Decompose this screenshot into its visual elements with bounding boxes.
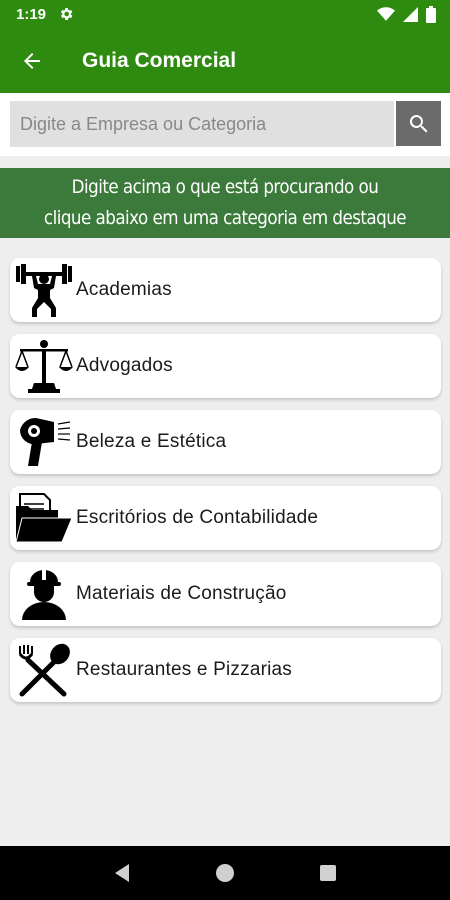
category-label: Materiais de Construção xyxy=(76,583,287,604)
search-input[interactable] xyxy=(10,101,394,147)
nav-home-button[interactable] xyxy=(214,862,236,884)
banner-line-2: clique abaixo em uma categoria em destaq… xyxy=(43,207,407,229)
recents-square-icon xyxy=(320,865,337,881)
signal-icon xyxy=(403,6,418,22)
category-label: Restaurantes e Pizzarias xyxy=(76,659,293,680)
folder-documents-icon xyxy=(15,493,73,543)
system-nav-bar xyxy=(0,846,450,900)
status-bar: 1:19 xyxy=(0,0,450,28)
status-time: 1:19 xyxy=(16,5,47,23)
search-button[interactable] xyxy=(396,101,441,146)
fork-spoon-icon xyxy=(18,643,70,697)
category-escritorios-contabilidade[interactable]: Escritórios de Contabilidade xyxy=(10,486,441,550)
category-list: Academias Advogados Beleza e Estética Es… xyxy=(10,258,441,714)
instruction-banner: Digite acima o que está procurando ou cl… xyxy=(0,168,450,238)
nav-recents-button[interactable] xyxy=(317,862,339,884)
category-advogados[interactable]: Advogados xyxy=(10,334,441,398)
category-label: Beleza e Estética xyxy=(76,431,227,452)
construction-worker-icon xyxy=(22,570,66,620)
weightlifter-icon xyxy=(16,264,72,317)
page-title: Guia Comercial xyxy=(82,48,237,72)
back-triangle-icon xyxy=(114,864,129,882)
arrow-left-icon[interactable] xyxy=(20,49,44,73)
search-bar xyxy=(0,93,450,156)
scales-of-justice-icon xyxy=(15,340,73,393)
category-label: Academias xyxy=(76,279,172,300)
category-beleza-estetica[interactable]: Beleza e Estética xyxy=(10,410,441,474)
search-icon xyxy=(409,114,427,132)
hair-dryer-icon xyxy=(19,417,71,466)
home-circle-icon xyxy=(215,864,234,882)
category-restaurantes-pizzarias[interactable]: Restaurantes e Pizzarias xyxy=(10,638,441,702)
app-bar: Guia Comercial xyxy=(0,28,450,93)
banner-line-1: Digite acima o que está procurando ou xyxy=(71,176,379,198)
category-label: Escritórios de Contabilidade xyxy=(76,507,319,528)
category-label: Advogados xyxy=(76,355,173,376)
nav-back-button[interactable] xyxy=(111,862,133,884)
wifi-icon xyxy=(377,7,395,21)
category-academias[interactable]: Academias xyxy=(10,258,441,322)
category-materiais-construcao[interactable]: Materiais de Construção xyxy=(10,562,441,626)
gear-icon xyxy=(60,8,73,20)
battery-icon xyxy=(426,5,436,23)
